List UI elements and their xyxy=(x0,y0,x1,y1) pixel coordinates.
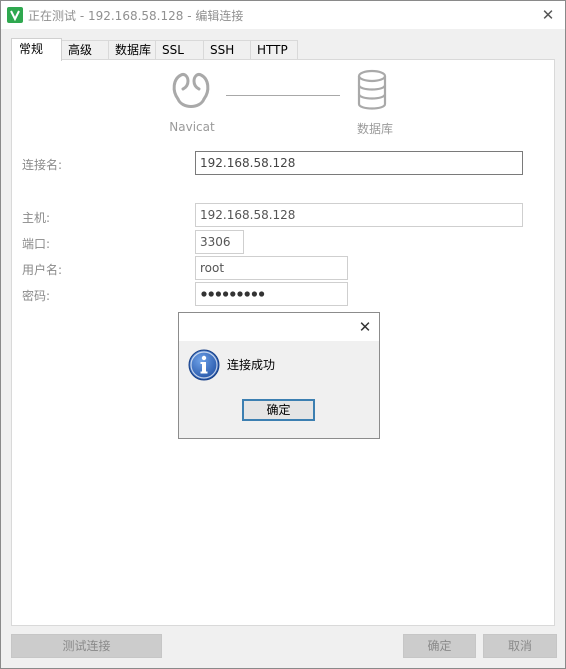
tab-ssl[interactable]: SSL xyxy=(155,40,204,59)
test-connection-button[interactable]: 测试连接 xyxy=(11,634,162,658)
password-dot xyxy=(230,291,236,297)
dialog-ok-button[interactable]: 确定 xyxy=(242,399,315,421)
tab-databases[interactable]: 数据库 xyxy=(108,40,156,59)
connection-line xyxy=(226,95,340,96)
username-input[interactable]: root xyxy=(195,256,348,280)
host-label: 主机: xyxy=(22,211,51,225)
password-dot xyxy=(215,291,221,297)
dialog-title-bar[interactable]: ✕ xyxy=(179,313,379,341)
edit-connection-window: 正在测试 - 192.168.58.128 - 编辑连接 ✕ 常规 高级 数据库… xyxy=(0,0,566,669)
database-label: 数据库 xyxy=(356,122,393,136)
password-input[interactable] xyxy=(195,282,348,306)
connection-graphic: Navicat 数据库 xyxy=(12,60,556,150)
window-title: 正在测试 - 192.168.58.128 - 编辑连接 xyxy=(28,9,244,23)
username-label: 用户名: xyxy=(22,263,63,277)
password-dot xyxy=(237,291,243,297)
port-label: 端口: xyxy=(22,237,51,251)
password-dot xyxy=(251,291,257,297)
password-dot xyxy=(259,291,265,297)
cancel-button[interactable]: 取消 xyxy=(483,634,557,658)
password-dot xyxy=(244,291,250,297)
password-dot xyxy=(223,291,229,297)
password-label: 密码: xyxy=(22,289,51,303)
navicat-logo-icon xyxy=(172,73,210,108)
tab-ssh[interactable]: SSH xyxy=(203,40,251,59)
password-dot xyxy=(208,291,214,297)
dialog-close-button[interactable]: ✕ xyxy=(354,316,376,338)
connection-name-label: 连接名: xyxy=(22,158,63,172)
tab-http[interactable]: HTTP xyxy=(250,40,298,59)
password-mask-dots xyxy=(201,291,265,297)
password-dot xyxy=(201,291,207,297)
port-input[interactable]: 3306 xyxy=(195,230,244,254)
connection-name-input[interactable]: 192.168.58.128 xyxy=(195,151,523,175)
close-icon: ✕ xyxy=(541,6,555,24)
info-icon xyxy=(188,349,220,381)
database-icon xyxy=(357,69,387,110)
tab-general[interactable]: 常规 xyxy=(11,38,62,61)
close-icon: ✕ xyxy=(358,318,372,336)
tab-advanced[interactable]: 高级 xyxy=(61,40,109,59)
ok-button[interactable]: 确定 xyxy=(403,634,476,658)
title-bar[interactable]: 正在测试 - 192.168.58.128 - 编辑连接 ✕ xyxy=(1,1,565,29)
dialog-message: 连接成功 xyxy=(227,358,276,372)
connection-success-dialog: ✕ 连接成功 确定 xyxy=(178,312,380,439)
navicat-app-icon xyxy=(7,7,23,23)
host-input[interactable]: 192.168.58.128 xyxy=(195,203,523,227)
window-close-button[interactable]: ✕ xyxy=(537,5,559,25)
navicat-label: Navicat xyxy=(169,120,215,134)
